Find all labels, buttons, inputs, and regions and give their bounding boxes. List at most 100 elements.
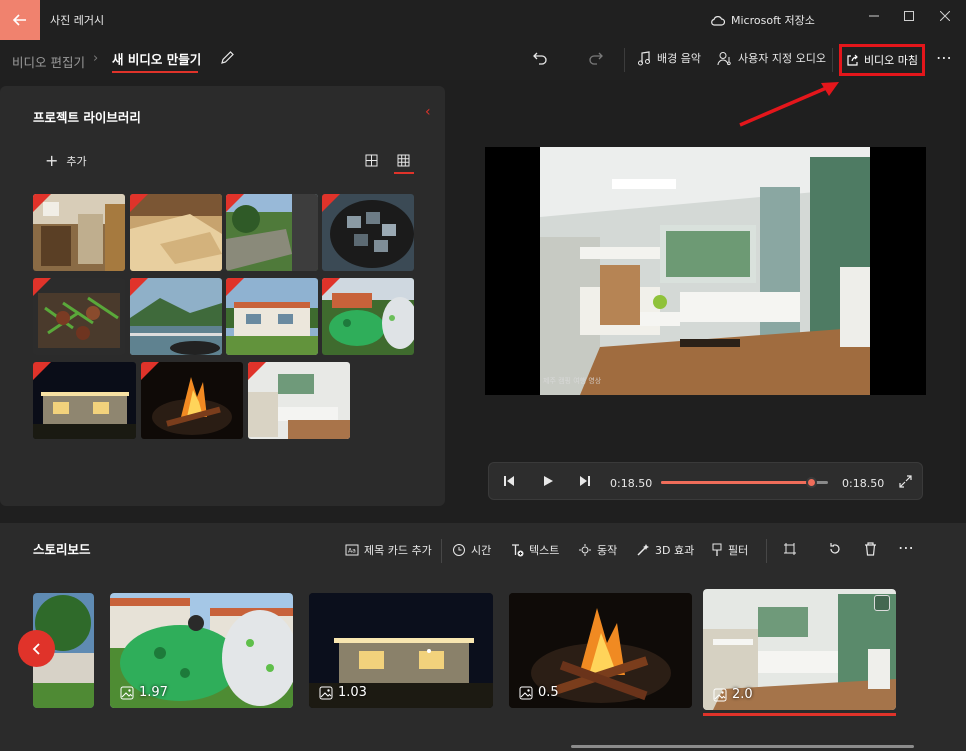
filter-button[interactable]: 필터 — [711, 542, 748, 558]
rename-button[interactable] — [220, 50, 235, 68]
undo-icon — [533, 52, 547, 65]
storyboard-more-button[interactable]: ⋯ — [898, 538, 914, 557]
clip-duration: 1.97 — [139, 685, 168, 700]
library-thumbnail[interactable] — [130, 278, 222, 355]
storyboard-divider — [766, 539, 767, 563]
share-export-icon — [847, 54, 858, 66]
add-title-card-button[interactable]: Aa 제목 카드 추가 — [345, 542, 432, 558]
motion-button[interactable]: 동작 — [578, 542, 617, 558]
add-title-card-label: 제목 카드 추가 — [364, 544, 432, 557]
filter-label: 필터 — [728, 544, 749, 557]
clock-icon — [453, 544, 465, 556]
skip-back-icon — [504, 476, 514, 486]
small-grid-view-button[interactable] — [397, 154, 410, 170]
image-icon — [519, 686, 533, 699]
library-thumbnail[interactable] — [33, 278, 125, 355]
library-title: 프로젝트 라이브러리 — [33, 110, 141, 125]
crop-button[interactable] — [783, 542, 797, 556]
next-frame-button[interactable] — [578, 474, 592, 491]
current-project-title[interactable]: 새 비디오 만들기 — [112, 49, 201, 68]
active-tab-indicator — [112, 71, 198, 73]
maximize-button[interactable] — [893, 6, 925, 26]
custom-audio-button[interactable]: 사용자 지정 오디오 — [717, 50, 826, 66]
text-button[interactable]: 텍스트 — [510, 542, 559, 558]
fullscreen-button[interactable] — [899, 475, 912, 491]
text-add-icon — [512, 544, 524, 557]
preview-frame-image — [540, 147, 870, 395]
finish-video-button[interactable]: 비디오 마침 — [839, 44, 925, 76]
text-label: 텍스트 — [529, 544, 560, 557]
custom-audio-label: 사용자 지정 오디오 — [738, 52, 826, 65]
large-grid-view-button[interactable] — [365, 154, 378, 170]
clip-duration-badge: 0.5 — [519, 685, 559, 700]
seek-bar-thumb[interactable] — [806, 477, 818, 488]
library-thumbnail[interactable] — [248, 362, 350, 439]
storyboard-title: 스토리보드 — [33, 542, 91, 557]
collapse-library-button[interactable]: ‹ — [425, 104, 431, 120]
add-media-label: 추가 — [66, 154, 87, 168]
library-thumbnail[interactable] — [226, 194, 318, 271]
finish-video-label: 비디오 마침 — [863, 54, 919, 67]
background-music-button[interactable]: 배경 음악 — [637, 50, 701, 66]
storyboard-divider — [441, 539, 442, 563]
expand-icon — [899, 475, 912, 488]
duration-button[interactable]: 시간 — [452, 542, 491, 558]
magic-wand-icon — [637, 544, 649, 556]
person-audio-icon — [717, 51, 731, 65]
back-button[interactable] — [0, 0, 40, 40]
motion-icon — [579, 544, 591, 556]
library-thumbnail[interactable] — [322, 278, 414, 355]
library-thumbnail[interactable] — [130, 194, 222, 271]
storyboard-scrollbar[interactable] — [571, 745, 914, 748]
top-toolbar: 비디오 편집기 › 새 비디오 만들기 배경 음악 사용자 지정 오디오 비디오… — [0, 40, 966, 80]
breadcrumb-video-editor[interactable]: 비디오 편집기 — [12, 52, 85, 71]
undo-button[interactable] — [532, 50, 548, 69]
library-thumbnail[interactable] — [226, 278, 318, 355]
library-thumbnail[interactable] — [322, 194, 414, 271]
pencil-icon — [221, 51, 234, 64]
seek-bar-progress — [661, 481, 812, 484]
redo-button[interactable] — [588, 50, 604, 69]
previous-frame-button[interactable] — [502, 474, 516, 491]
skip-forward-icon — [580, 476, 590, 486]
toolbar-divider — [624, 48, 625, 72]
image-icon — [120, 686, 134, 699]
add-media-button[interactable]: + 추가 — [45, 151, 87, 170]
rotate-icon — [830, 543, 840, 554]
title-card-icon: Aa — [345, 544, 359, 556]
library-thumbnail[interactable] — [33, 362, 136, 439]
close-button[interactable] — [929, 6, 961, 26]
view-mode-indicator — [394, 172, 414, 174]
clip-duration: 2.0 — [732, 687, 753, 702]
clip-select-checkbox[interactable] — [874, 595, 890, 611]
storyboard-clip[interactable]: 1.97 — [110, 593, 293, 708]
minimize-button[interactable] — [858, 6, 890, 26]
duration-label: 시간 — [471, 544, 492, 557]
play-icon — [544, 476, 553, 486]
preview-frame — [540, 147, 870, 395]
play-button[interactable] — [541, 474, 555, 491]
cloud-storage[interactable]: Microsoft 저장소 — [710, 12, 815, 28]
storyboard-panel: 스토리보드 Aa 제목 카드 추가 시간 텍스트 동작 3D 효과 필터 ⋯ 1… — [0, 523, 966, 751]
storyboard-clip-selected[interactable]: 2.0 — [703, 589, 896, 710]
more-options-button[interactable]: ⋯ — [936, 48, 953, 67]
preview-watermark: 제주 캠핑 여행 영상 — [543, 377, 602, 385]
video-preview[interactable]: 제주 캠핑 여행 영상 — [485, 147, 926, 395]
storyboard-clip[interactable]: 0.5 — [509, 593, 692, 708]
library-thumbnail[interactable] — [33, 194, 125, 271]
total-time: 0:18.50 — [842, 477, 885, 490]
library-thumbnail[interactable] — [141, 362, 243, 439]
filter-icon — [712, 543, 722, 556]
delete-button[interactable] — [864, 542, 877, 556]
seek-bar[interactable] — [661, 477, 828, 488]
rotate-button[interactable] — [828, 542, 842, 556]
storyboard-clip[interactable]: 1.03 — [309, 593, 493, 708]
scroll-left-button[interactable] — [18, 630, 55, 667]
clip-duration-badge: 2.0 — [713, 687, 753, 702]
3d-effects-button[interactable]: 3D 효과 — [636, 542, 694, 558]
close-icon — [940, 11, 950, 21]
maximize-icon — [904, 11, 914, 21]
app-title: 사진 레거시 — [50, 14, 105, 27]
arrow-left-icon — [13, 14, 26, 26]
annotation-arrow-icon — [739, 82, 839, 127]
